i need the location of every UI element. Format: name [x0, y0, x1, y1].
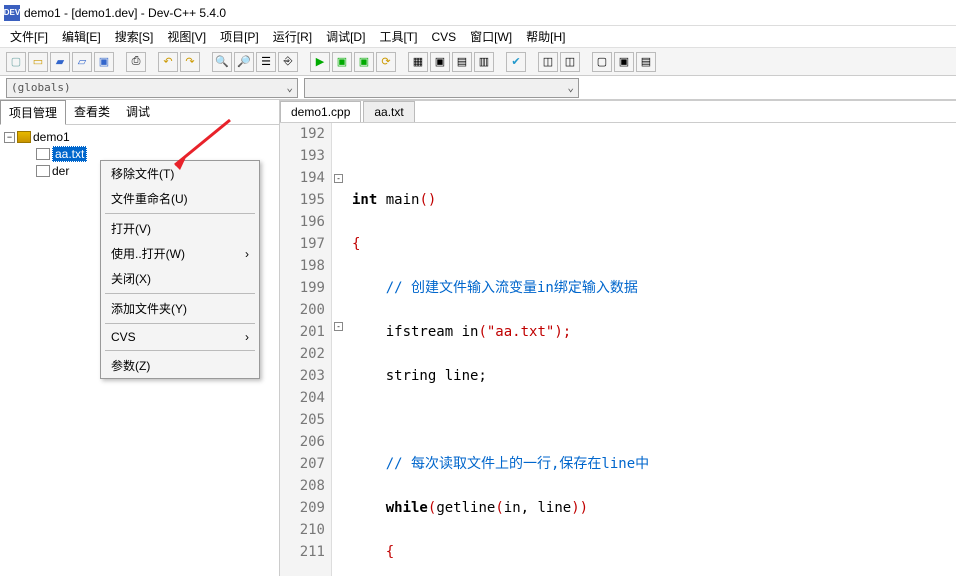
tab-classes[interactable]: 查看类	[66, 100, 118, 124]
tab-demo1-cpp[interactable]: demo1.cpp	[280, 101, 361, 122]
menu-bar: 文件[F] 编辑[E] 搜索[S] 视图[V] 项目[P] 运行[R] 调试[D…	[0, 26, 956, 48]
find-files-icon[interactable]: ☰	[256, 52, 276, 72]
compile-run-icon[interactable]: ▣	[354, 52, 374, 72]
menu-cvs[interactable]: CVS	[425, 28, 462, 46]
separator	[105, 213, 255, 214]
tree-item-aa-label: aa.txt	[52, 146, 87, 162]
menu-file[interactable]: 文件[F]	[4, 26, 54, 47]
tab-aa-txt[interactable]: aa.txt	[363, 101, 414, 122]
ctx-remove-file[interactable]: 移除文件(T)	[101, 161, 259, 186]
combo-bar: (globals) ⌄ ⌄	[0, 76, 956, 100]
app-icon: DEV	[4, 5, 20, 21]
ctx-rename-file[interactable]: 文件重命名(U)	[101, 186, 259, 211]
tree-root[interactable]: − demo1	[4, 129, 275, 145]
new-win-icon[interactable]: ▢	[592, 52, 612, 72]
tab-project[interactable]: 项目管理	[0, 100, 66, 125]
undo-icon[interactable]: ↶	[158, 52, 178, 72]
ctx-open-with[interactable]: 使用..打开(W)›	[101, 241, 259, 266]
chart1-icon[interactable]: ◫	[538, 52, 558, 72]
submenu-arrow-icon: ›	[245, 330, 249, 344]
tile-icon[interactable]: ▣	[614, 52, 634, 72]
stop-icon[interactable]: ▣	[430, 52, 450, 72]
file-icon	[36, 165, 50, 177]
ctx-params[interactable]: 参数(Z)	[101, 353, 259, 378]
menu-edit[interactable]: 编辑[E]	[56, 26, 107, 47]
menu-run[interactable]: 运行[R]	[267, 26, 318, 47]
menu-window[interactable]: 窗口[W]	[464, 26, 518, 47]
fold-column: - -	[332, 123, 346, 576]
open-icon[interactable]: ▭	[28, 52, 48, 72]
collapse-icon[interactable]: −	[4, 132, 15, 143]
rebuild-icon[interactable]: ⟳	[376, 52, 396, 72]
symbols-combo[interactable]: ⌄	[304, 78, 579, 98]
save-icon[interactable]: ▰	[50, 52, 70, 72]
tree-root-label: demo1	[33, 130, 70, 144]
compile-icon[interactable]: ▶	[310, 52, 330, 72]
find-icon[interactable]: 🔍	[212, 52, 232, 72]
globals-combo-value: (globals)	[11, 81, 71, 94]
profile-icon[interactable]: ▤	[452, 52, 472, 72]
window-title: demo1 - [demo1.dev] - Dev-C++ 5.4.0	[24, 6, 226, 20]
file-icon	[36, 148, 50, 160]
line-gutter: 192193194 195196197 198199200 201202203 …	[280, 123, 332, 576]
menu-view[interactable]: 视图[V]	[161, 26, 212, 47]
debug-icon[interactable]: ▦	[408, 52, 428, 72]
save-all-icon[interactable]: ▱	[72, 52, 92, 72]
menu-help[interactable]: 帮助[H]	[520, 26, 571, 47]
new-file-icon[interactable]: ▢	[6, 52, 26, 72]
fold-icon[interactable]: -	[334, 322, 343, 331]
code-editor[interactable]: 192193194 195196197 198199200 201202203 …	[280, 123, 956, 576]
menu-project[interactable]: 项目[P]	[214, 26, 265, 47]
globals-combo[interactable]: (globals) ⌄	[6, 78, 298, 98]
menu-tools[interactable]: 工具[T]	[373, 26, 423, 47]
ctx-cvs[interactable]: CVS›	[101, 326, 259, 348]
code-area[interactable]: int main() { // 创建文件输入流变量in绑定输入数据 ifstre…	[346, 123, 956, 576]
chevron-down-icon: ⌄	[286, 81, 293, 94]
fold-icon[interactable]: -	[334, 174, 343, 183]
toolbar: ▢ ▭ ▰ ▱ ▣ ⎙ ↶ ↷ 🔍 🔎 ☰ ⎆ ▶ ▣ ▣ ⟳ ▦ ▣ ▤ ▥ …	[0, 48, 956, 76]
title-bar: DEV demo1 - [demo1.dev] - Dev-C++ 5.4.0	[0, 0, 956, 26]
goto-icon[interactable]: ⎆	[278, 52, 298, 72]
replace-icon[interactable]: 🔎	[234, 52, 254, 72]
run-icon[interactable]: ▣	[332, 52, 352, 72]
chevron-down-icon: ⌄	[567, 81, 574, 94]
tree-item-der-label: der	[52, 164, 69, 178]
chart2-icon[interactable]: ◫	[560, 52, 580, 72]
submenu-arrow-icon: ›	[245, 247, 249, 261]
menu-debug[interactable]: 调试[D]	[320, 26, 371, 47]
tab-debug[interactable]: 调试	[118, 100, 158, 124]
ctx-add-folder[interactable]: 添加文件夹(Y)	[101, 296, 259, 321]
separator	[105, 350, 255, 351]
print-icon[interactable]: ⎙	[126, 52, 146, 72]
ctx-open[interactable]: 打开(V)	[101, 216, 259, 241]
menu-search[interactable]: 搜索[S]	[109, 26, 160, 47]
check-icon[interactable]: ✔	[506, 52, 526, 72]
editor-tabs: demo1.cpp aa.txt	[280, 101, 956, 123]
save-as-icon[interactable]: ▣	[94, 52, 114, 72]
left-tabs: 项目管理 查看类 调试	[0, 100, 279, 125]
editor-panel: demo1.cpp aa.txt 192193194 195196197 198…	[280, 100, 956, 576]
separator	[105, 293, 255, 294]
project-icon	[17, 131, 31, 143]
delete-icon[interactable]: ▥	[474, 52, 494, 72]
context-menu: 移除文件(T) 文件重命名(U) 打开(V) 使用..打开(W)› 关闭(X) …	[100, 160, 260, 379]
ctx-close[interactable]: 关闭(X)	[101, 266, 259, 291]
separator	[105, 323, 255, 324]
goto-win-icon[interactable]: ▤	[636, 52, 656, 72]
redo-icon[interactable]: ↷	[180, 52, 200, 72]
